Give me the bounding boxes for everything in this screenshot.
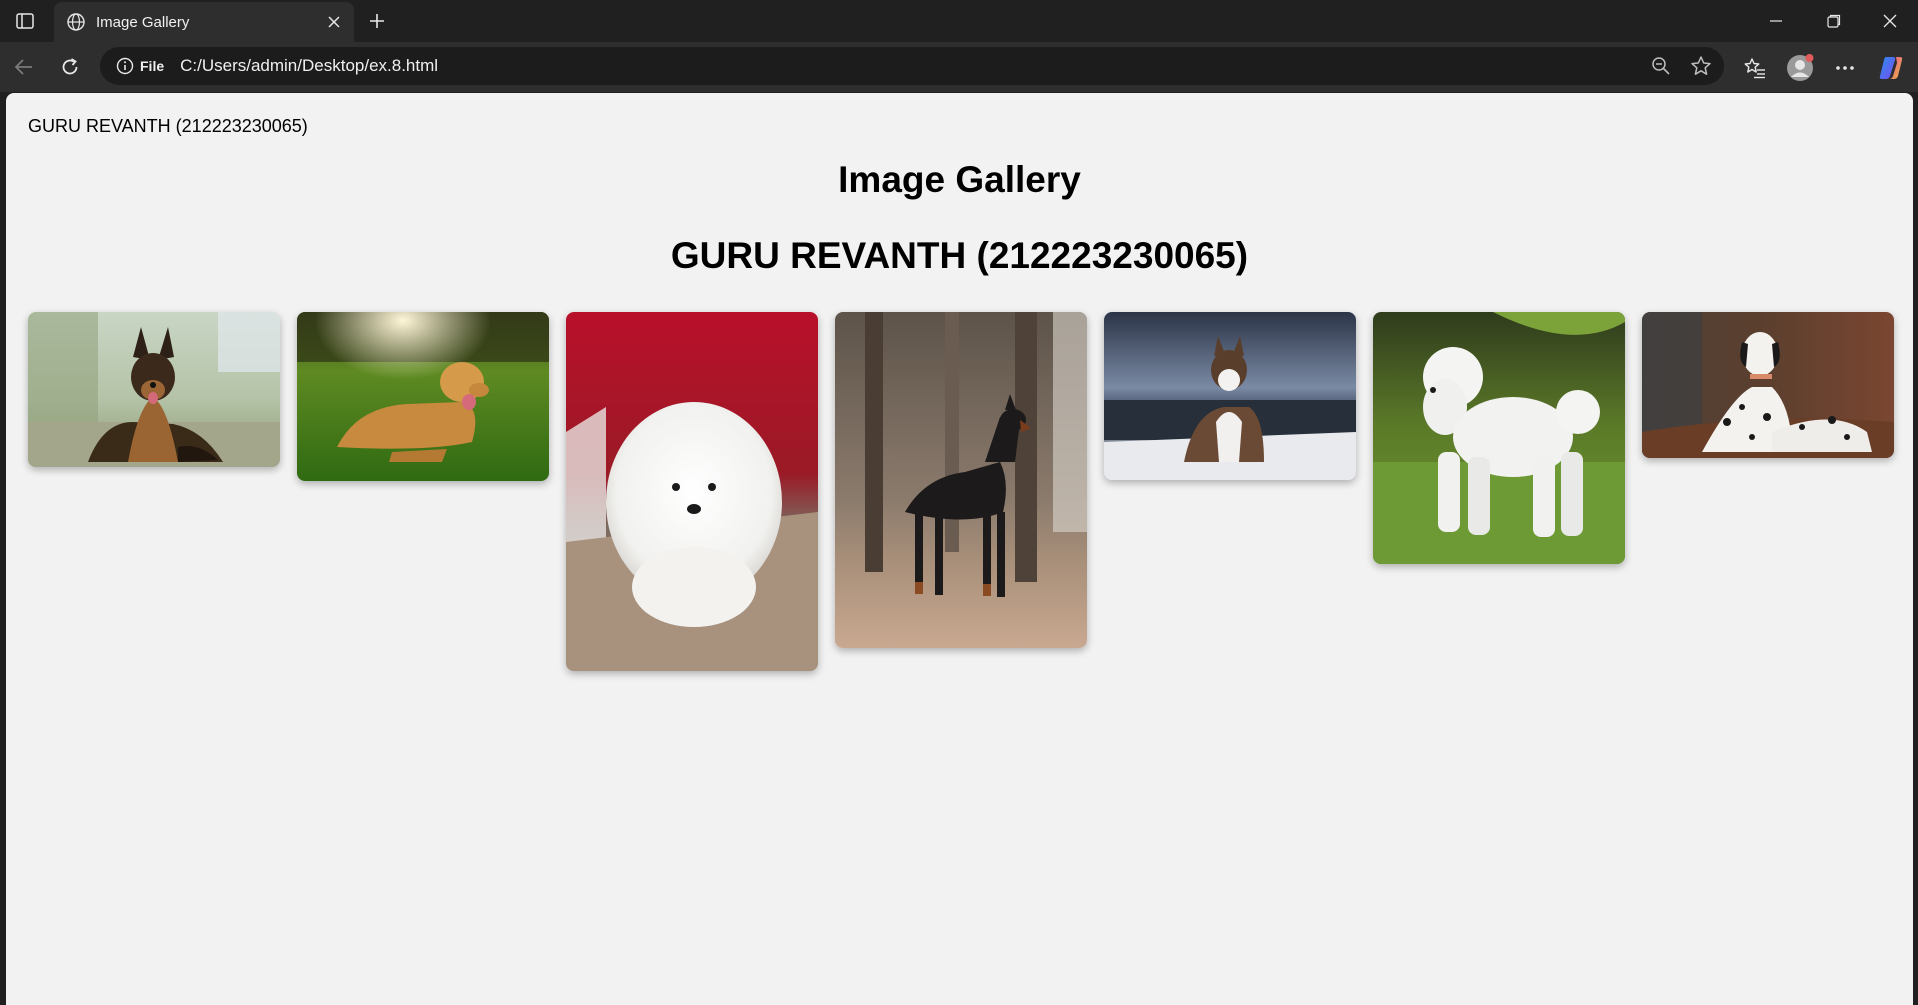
close-icon	[328, 16, 340, 28]
url-text[interactable]: C:/Users/admin/Desktop/ex.8.html	[180, 56, 1644, 76]
copilot-icon	[1879, 57, 1903, 79]
tab-close-button[interactable]	[320, 8, 348, 36]
toolbar: File C:/Users/admin/Desktop/ex.8.html	[0, 42, 1918, 92]
file-label: File	[140, 58, 165, 74]
refresh-button[interactable]	[54, 51, 86, 83]
new-tab-button[interactable]	[362, 6, 392, 36]
address-bar[interactable]: File C:/Users/admin/Desktop/ex.8.html	[100, 47, 1724, 85]
image-gallery	[28, 312, 1894, 671]
tab-image-gallery[interactable]: Image Gallery	[54, 2, 354, 42]
profile-icon	[1787, 54, 1814, 81]
gallery-image-doberman[interactable]	[835, 312, 1087, 648]
info-icon	[116, 57, 134, 75]
restore-button[interactable]	[1806, 0, 1862, 42]
page-viewport: GURU REVANTH (212223230065) Image Galler…	[6, 93, 1913, 1005]
profile-button[interactable]	[1783, 51, 1817, 85]
gallery-image-dalmatian[interactable]	[1642, 312, 1894, 458]
site-info-chip[interactable]: File	[110, 53, 170, 79]
restore-icon	[1827, 14, 1841, 28]
star-icon	[1691, 56, 1711, 75]
plus-icon	[370, 14, 384, 28]
gallery-image-poodle[interactable]	[1373, 312, 1625, 564]
sidebar-toggle-button[interactable]	[10, 8, 40, 34]
favorites-button[interactable]	[1738, 51, 1772, 85]
close-icon	[1883, 14, 1897, 28]
gallery-image-husky[interactable]	[1104, 312, 1356, 480]
gallery-image-pomeranian[interactable]	[566, 312, 818, 671]
gallery-image-golden-retriever[interactable]	[297, 312, 549, 481]
close-window-button[interactable]	[1862, 0, 1918, 42]
gallery-image-german-shepherd[interactable]	[28, 312, 280, 467]
refresh-icon	[62, 58, 78, 75]
minimize-icon	[1770, 20, 1782, 22]
globe-icon	[67, 13, 85, 31]
copilot-button[interactable]	[1874, 51, 1908, 85]
tab-title: Image Gallery	[96, 13, 190, 31]
top-student-text: GURU REVANTH (212223230065)	[28, 116, 308, 136]
minimize-button[interactable]	[1748, 0, 1804, 42]
more-button[interactable]	[1828, 51, 1862, 85]
page-title: Image Gallery	[838, 159, 1081, 200]
back-arrow-icon	[14, 59, 32, 75]
zoom-out-icon	[1652, 57, 1670, 75]
title-bar: Image Gallery	[0, 0, 1918, 42]
back-button[interactable]	[8, 51, 40, 83]
sidebar-toggle-icon	[16, 13, 34, 29]
more-icon	[1836, 66, 1854, 70]
favorite-button[interactable]	[1684, 49, 1718, 83]
favorites-icon	[1744, 58, 1765, 79]
page-subtitle: GURU REVANTH (212223230065)	[670, 235, 1249, 276]
zoom-button[interactable]	[1644, 49, 1678, 83]
